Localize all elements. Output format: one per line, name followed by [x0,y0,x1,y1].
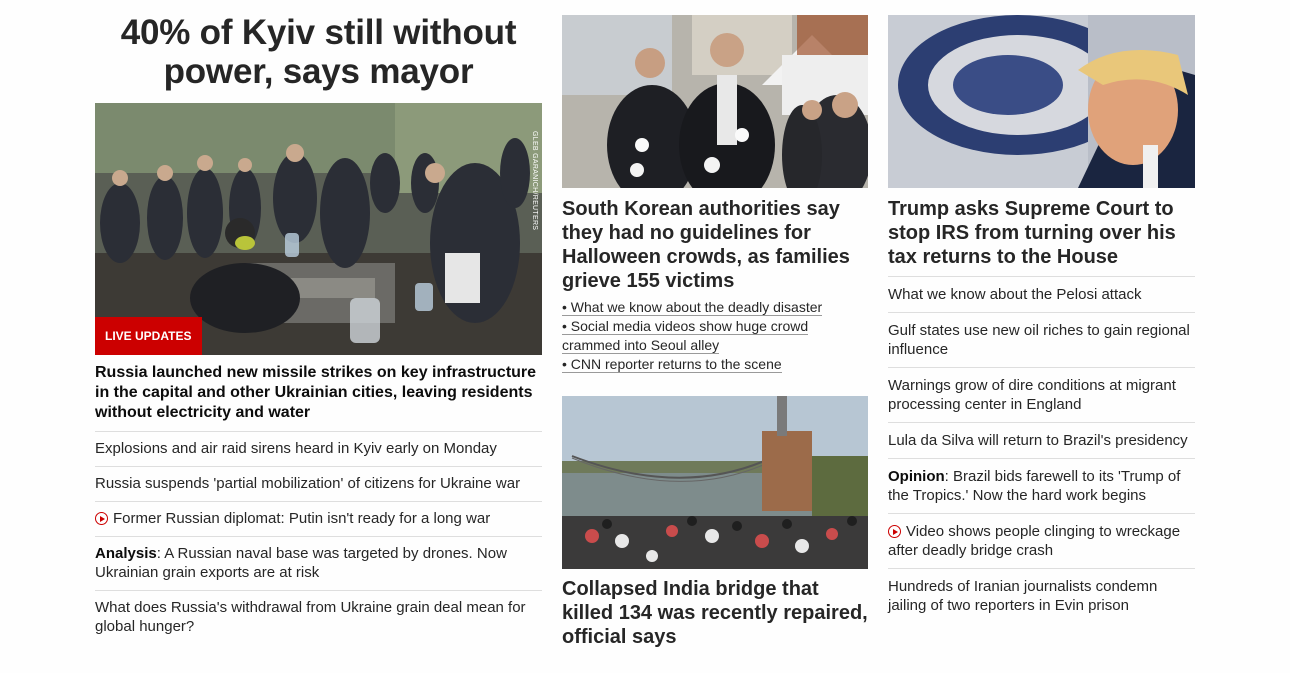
link-text: What does Russia's withdrawal from Ukrai… [95,599,526,635]
opinion-label: Opinion [888,468,945,485]
list-item[interactable]: Analysis: A Russian naval base was targe… [95,537,542,591]
play-icon [888,525,901,538]
list-item[interactable]: Explosions and air raid sirens heard in … [95,432,542,467]
seoul-headline[interactable]: South Korean authorities say they had no… [562,197,868,293]
link-text: Video shows people clinging to wreckage … [888,523,1181,559]
middle-column: South Korean authorities say they had no… [562,0,868,654]
link-text: Explosions and air raid sirens heard in … [95,440,497,457]
analysis-label: Analysis [95,545,157,562]
list-item[interactable]: Lula da Silva will return to Brazil's pr… [888,423,1195,459]
lead-headline[interactable]: 40% of Kyiv still without power, says ma… [95,13,542,91]
list-item[interactable]: Former Russian diplomat: Putin isn't rea… [95,502,542,537]
list-item[interactable]: What we know about the Pelosi attack [888,277,1195,313]
live-updates-badge[interactable]: LIVE UPDATES [95,317,203,355]
link-text: Warnings grow of dire conditions at migr… [888,377,1176,413]
link-text: Gulf states use new oil riches to gain r… [888,322,1190,358]
seoul-related-bullets: • What we know about the deadly disaster… [562,298,868,374]
list-item[interactable]: Video shows people clinging to wreckage … [888,514,1195,569]
list-item[interactable]: What does Russia's withdrawal from Ukrai… [95,591,542,644]
link-text: What we know about the Pelosi attack [888,286,1142,303]
link-text: Hundreds of Iranian journalists condemn … [888,578,1158,614]
kyiv-water-photo[interactable]: GLEB GARANICH/REUTERS LIVE UPDATES [95,103,542,355]
list-item[interactable]: Opinion: Brazil bids farewell to its 'Tr… [888,459,1195,514]
lead-related-links: Explosions and air raid sirens heard in … [95,431,542,644]
list-item[interactable]: Hundreds of Iranian journalists condemn … [888,569,1195,623]
bullet-link[interactable]: • CNN reporter returns to the scene [562,356,782,373]
photo-credit: GLEB GARANICH/REUTERS [531,131,538,231]
right-column-links: What we know about the Pelosi attack Gul… [888,276,1195,623]
lead-story-column: 40% of Kyiv still without power, says ma… [95,0,542,644]
link-text: Lula da Silva will return to Brazil's pr… [888,432,1188,449]
trump-photo[interactable] [888,15,1195,188]
link-text: Former Russian diplomat: Putin isn't rea… [113,510,491,527]
play-icon [95,512,108,525]
trump-irs-headline[interactable]: Trump asks Supreme Court to stop IRS fro… [888,197,1195,269]
link-text: Russia suspends 'partial mobilization' o… [95,475,521,492]
bullet-link[interactable]: • What we know about the deadly disaster [562,299,823,316]
right-column: Trump asks Supreme Court to stop IRS fro… [888,0,1195,623]
list-item[interactable]: Russia suspends 'partial mobilization' o… [95,467,542,502]
list-item[interactable]: Warnings grow of dire conditions at migr… [888,368,1195,423]
india-bridge-headline[interactable]: Collapsed India bridge that killed 134 w… [562,577,868,649]
india-bridge-photo[interactable] [562,396,868,569]
link-text: : A Russian naval base was targeted by d… [95,545,507,581]
lead-summary[interactable]: Russia launched new missile strikes on k… [95,363,542,423]
seoul-mourners-photo[interactable] [562,15,868,188]
list-item[interactable]: Gulf states use new oil riches to gain r… [888,313,1195,368]
bullet-link[interactable]: • Social media videos show huge crowd cr… [562,318,809,354]
